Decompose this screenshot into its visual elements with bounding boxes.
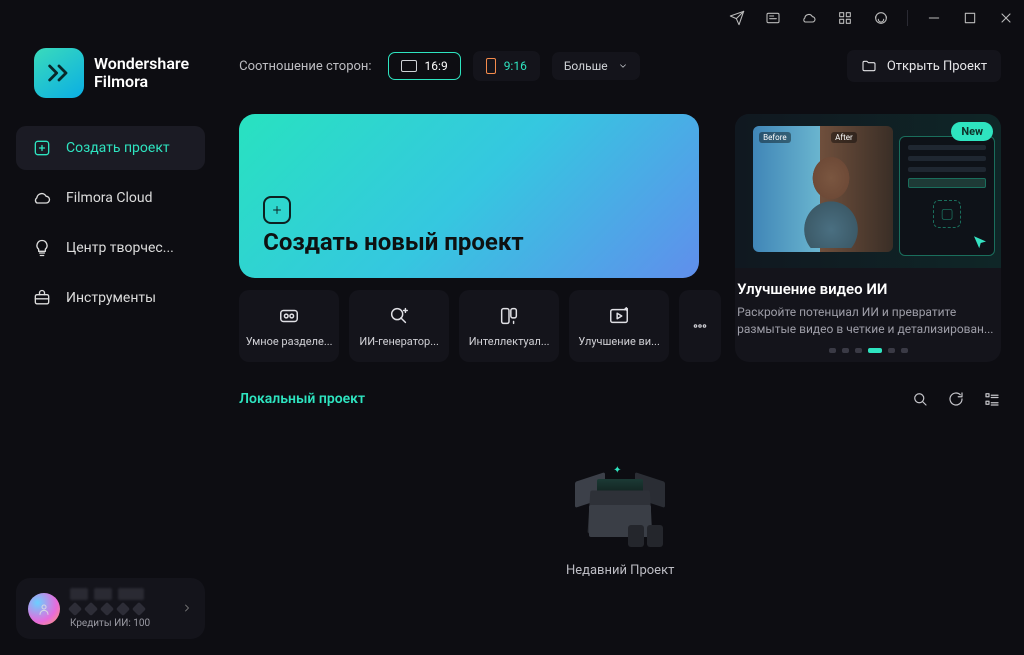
idea-icon [32, 238, 52, 258]
tool-more[interactable] [679, 290, 721, 362]
recent-project-label: Недавний Проект [566, 563, 674, 578]
tool-label: Умное разделе... [246, 335, 333, 348]
search-icon[interactable] [911, 390, 929, 408]
cloud-icon[interactable] [799, 8, 819, 28]
message-icon[interactable] [763, 8, 783, 28]
brand-logo: Wondershare Filmora [16, 44, 205, 126]
grid-icon[interactable] [835, 8, 855, 28]
enhance-video-icon [608, 305, 630, 327]
ratio-16-9-button[interactable]: 16:9 [388, 52, 461, 80]
toolbox-icon [32, 288, 52, 308]
brand-line2: Filmora [94, 73, 189, 91]
window-maximize[interactable] [960, 8, 980, 28]
tool-enhance-video[interactable]: Улучшение ви... [569, 290, 669, 362]
cursor-icon [971, 234, 989, 252]
new-badge: New [951, 122, 993, 141]
topbar: Соотношение сторон: 16:9 9:16 Больше Отк… [239, 46, 1001, 86]
create-project-title: Создать новый проект [263, 228, 675, 256]
landscape-icon [401, 60, 417, 72]
ratio-9-16-button[interactable]: 9:16 [473, 51, 540, 81]
create-project-card[interactable]: Создать новый проект [239, 114, 699, 278]
send-icon[interactable] [727, 8, 747, 28]
feature-description: Раскройте потенциал ИИ и превратите разм… [737, 304, 999, 338]
sidebar-item-creative-center[interactable]: Центр творчес... [16, 226, 205, 270]
support-icon[interactable] [871, 8, 891, 28]
list-view-icon[interactable] [983, 390, 1001, 408]
tool-smart-split[interactable]: Умное разделе... [239, 290, 339, 362]
ratio-value: 16:9 [425, 59, 448, 73]
account-panel[interactable]: Кредиты ИИ: 100 [16, 578, 205, 639]
tool-intellectual[interactable]: Интеллектуал... [459, 290, 559, 362]
avatar [28, 593, 60, 625]
ai-credits: Кредиты ИИ: 100 [70, 618, 171, 629]
refresh-icon[interactable] [947, 390, 965, 408]
feature-image: ▢ New [735, 114, 1001, 268]
ai-generator-icon [388, 305, 410, 327]
open-project-button[interactable]: Открыть Проект [847, 50, 1001, 82]
tool-label: Улучшение ви... [578, 335, 659, 348]
tool-ai-generator[interactable]: ИИ-генератор... [349, 290, 449, 362]
feature-title: Улучшение видео ИИ [737, 280, 999, 298]
sidebar-item-label: Filmora Cloud [66, 190, 152, 206]
aspect-ratio-label: Соотношение сторон: [239, 59, 371, 74]
plus-icon [263, 196, 291, 224]
sidebar-item-tools[interactable]: Инструменты [16, 276, 205, 320]
ratio-more-dropdown[interactable]: Больше [552, 52, 640, 80]
sidebar-item-label: Инструменты [66, 290, 156, 306]
sidebar: Wondershare Filmora Создать проект Filmo… [0, 36, 221, 655]
logo-mark-icon [34, 48, 84, 98]
main-content: Соотношение сторон: 16:9 9:16 Больше Отк… [221, 36, 1024, 655]
tool-label: ИИ-генератор... [359, 335, 439, 348]
chevron-right-icon [181, 599, 193, 618]
ratio-value: 9:16 [504, 59, 527, 73]
smart-split-icon [278, 305, 300, 327]
recent-projects-empty: ✦ Недавний Проект [239, 408, 1001, 639]
tool-label: Интеллектуал... [469, 335, 550, 348]
folder-icon [861, 58, 877, 74]
open-project-label: Открыть Проект [887, 59, 987, 74]
empty-box-icon: ✦ [575, 469, 665, 549]
window-close[interactable] [996, 8, 1016, 28]
brand-line1: Wondershare [94, 55, 189, 73]
sidebar-item-label: Создать проект [66, 140, 170, 156]
window-minimize[interactable] [924, 8, 944, 28]
local-project-tab[interactable]: Локальный проект [239, 391, 365, 407]
create-icon [32, 138, 52, 158]
intellectual-icon [498, 305, 520, 327]
titlebar [0, 0, 1024, 36]
feature-pager[interactable] [737, 348, 999, 353]
chevron-down-icon [618, 61, 628, 71]
cloud-nav-icon [32, 188, 52, 208]
more-label: Больше [564, 59, 608, 73]
more-icon [691, 317, 709, 335]
sidebar-item-create[interactable]: Создать проект [16, 126, 205, 170]
sidebar-item-cloud[interactable]: Filmora Cloud [16, 176, 205, 220]
feature-card[interactable]: ▢ New Улучшение видео ИИ Раскройте потен… [735, 114, 1001, 362]
sidebar-item-label: Центр творчес... [66, 240, 174, 256]
portrait-icon [486, 58, 496, 74]
